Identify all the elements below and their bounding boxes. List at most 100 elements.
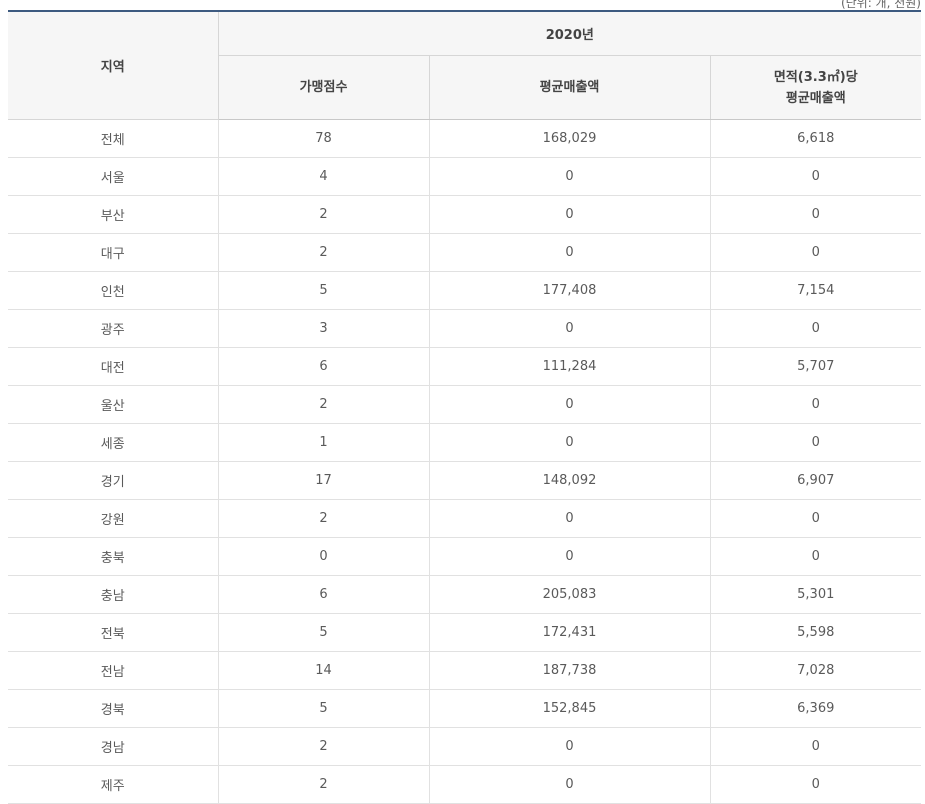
cell-region: 전북 bbox=[8, 613, 218, 652]
cell-stores: 17 bbox=[217, 461, 429, 500]
cell-area-sales: 0 bbox=[709, 385, 922, 424]
table-row: 경북 5 152,845 6,369 bbox=[8, 689, 922, 728]
cell-avg-sales: 0 bbox=[428, 195, 710, 234]
cell-avg-sales: 177,408 bbox=[428, 271, 710, 310]
cell-region: 전남 bbox=[8, 651, 218, 690]
cell-region: 서울 bbox=[8, 157, 218, 196]
cell-avg-sales: 0 bbox=[428, 765, 710, 804]
table-row: 충남 6 205,083 5,301 bbox=[8, 575, 922, 614]
cell-area-sales: 0 bbox=[709, 537, 922, 576]
cell-area-sales: 6,618 bbox=[709, 119, 922, 158]
cell-region: 경남 bbox=[8, 727, 218, 766]
table-row: 경기 17 148,092 6,907 bbox=[8, 461, 922, 500]
table-row: 전체 78 168,029 6,618 bbox=[8, 119, 922, 158]
header-area-sales-line2: 평균매출액 bbox=[785, 90, 846, 106]
table-row: 전북 5 172,431 5,598 bbox=[8, 613, 922, 652]
cell-avg-sales: 0 bbox=[428, 499, 710, 538]
cell-area-sales: 5,301 bbox=[709, 575, 922, 614]
cell-area-sales: 6,369 bbox=[709, 689, 922, 728]
cell-avg-sales: 148,092 bbox=[428, 461, 710, 500]
table-row: 울산 2 0 0 bbox=[8, 385, 922, 424]
table-row: 경남 2 0 0 bbox=[8, 727, 922, 766]
header-area-sales: 면적(3.3㎡)당 평균매출액 bbox=[709, 55, 922, 120]
cell-avg-sales: 0 bbox=[428, 385, 710, 424]
cell-stores: 78 bbox=[217, 119, 429, 158]
cell-region: 대구 bbox=[8, 233, 218, 272]
cell-avg-sales: 111,284 bbox=[428, 347, 710, 386]
cell-area-sales: 0 bbox=[709, 499, 922, 538]
cell-stores: 2 bbox=[217, 233, 429, 272]
table-row: 대전 6 111,284 5,707 bbox=[8, 347, 922, 386]
cell-region: 부산 bbox=[8, 195, 218, 234]
cell-stores: 2 bbox=[217, 727, 429, 766]
cell-area-sales: 0 bbox=[709, 423, 922, 462]
cell-area-sales: 0 bbox=[709, 233, 922, 272]
cell-stores: 1 bbox=[217, 423, 429, 462]
cell-region: 울산 bbox=[8, 385, 218, 424]
header-area-sales-line1: 면적(3.3㎡)당 bbox=[773, 69, 858, 85]
table-row: 부산 2 0 0 bbox=[8, 195, 922, 234]
cell-area-sales: 7,028 bbox=[709, 651, 922, 690]
cell-region: 충남 bbox=[8, 575, 218, 614]
cell-region: 대전 bbox=[8, 347, 218, 386]
table-row: 인천 5 177,408 7,154 bbox=[8, 271, 922, 310]
cell-region: 경기 bbox=[8, 461, 218, 500]
cell-area-sales: 6,907 bbox=[709, 461, 922, 500]
cell-stores: 2 bbox=[217, 765, 429, 804]
cell-stores: 0 bbox=[217, 537, 429, 576]
cell-avg-sales: 152,845 bbox=[428, 689, 710, 728]
cell-area-sales: 0 bbox=[709, 727, 922, 766]
cell-stores: 2 bbox=[217, 385, 429, 424]
table-header: 지역 2020년 가맹점수 평균매출액 면적(3.3㎡)당 평균매출액 bbox=[8, 10, 922, 120]
cell-avg-sales: 187,738 bbox=[428, 651, 710, 690]
cell-avg-sales: 0 bbox=[428, 309, 710, 348]
header-row-year: 지역 2020년 bbox=[8, 10, 922, 120]
table-row: 광주 3 0 0 bbox=[8, 309, 922, 348]
table-row: 충북 0 0 0 bbox=[8, 537, 922, 576]
cell-avg-sales: 205,083 bbox=[428, 575, 710, 614]
cell-region: 경북 bbox=[8, 689, 218, 728]
table-row: 서울 4 0 0 bbox=[8, 157, 922, 196]
table-row: 대구 2 0 0 bbox=[8, 233, 922, 272]
cell-stores: 5 bbox=[217, 689, 429, 728]
cell-stores: 2 bbox=[217, 499, 429, 538]
cell-area-sales: 0 bbox=[709, 157, 922, 196]
cell-stores: 14 bbox=[217, 651, 429, 690]
header-year: 2020년 bbox=[217, 10, 922, 56]
cell-stores: 2 bbox=[217, 195, 429, 234]
cell-avg-sales: 0 bbox=[428, 233, 710, 272]
cell-avg-sales: 168,029 bbox=[428, 119, 710, 158]
cell-avg-sales: 172,431 bbox=[428, 613, 710, 652]
header-stores: 가맹점수 bbox=[217, 55, 429, 120]
cell-region: 인천 bbox=[8, 271, 218, 310]
cell-area-sales: 5,598 bbox=[709, 613, 922, 652]
header-region: 지역 bbox=[8, 10, 218, 120]
table-row: 제주 2 0 0 bbox=[8, 765, 922, 804]
cell-stores: 3 bbox=[217, 309, 429, 348]
cell-region: 강원 bbox=[8, 499, 218, 538]
cell-region: 세종 bbox=[8, 423, 218, 462]
cell-area-sales: 7,154 bbox=[709, 271, 922, 310]
cell-area-sales: 0 bbox=[709, 195, 922, 234]
regional-sales-table: 지역 2020년 가맹점수 평균매출액 면적(3.3㎡)당 평균매출액 전체 78… bbox=[8, 10, 922, 804]
cell-avg-sales: 0 bbox=[428, 537, 710, 576]
table-body: 전체 78 168,029 6,618 서울 4 0 0 부산 2 0 0 대구 2 0 0 인천 5 177,40… bbox=[8, 119, 922, 804]
cell-area-sales: 5,707 bbox=[709, 347, 922, 386]
cell-avg-sales: 0 bbox=[428, 423, 710, 462]
cell-region: 광주 bbox=[8, 309, 218, 348]
cell-stores: 5 bbox=[217, 613, 429, 652]
cell-stores: 6 bbox=[217, 575, 429, 614]
table-row: 강원 2 0 0 bbox=[8, 499, 922, 538]
cell-stores: 6 bbox=[217, 347, 429, 386]
table-row: 전남 14 187,738 7,028 bbox=[8, 651, 922, 690]
cell-stores: 5 bbox=[217, 271, 429, 310]
cell-region: 제주 bbox=[8, 765, 218, 804]
cell-avg-sales: 0 bbox=[428, 727, 710, 766]
cell-region: 전체 bbox=[8, 119, 218, 158]
cell-avg-sales: 0 bbox=[428, 157, 710, 196]
table-row: 세종 1 0 0 bbox=[8, 423, 922, 462]
cell-area-sales: 0 bbox=[709, 309, 922, 348]
cell-stores: 4 bbox=[217, 157, 429, 196]
header-avg-sales: 평균매출액 bbox=[428, 55, 710, 120]
cell-region: 충북 bbox=[8, 537, 218, 576]
